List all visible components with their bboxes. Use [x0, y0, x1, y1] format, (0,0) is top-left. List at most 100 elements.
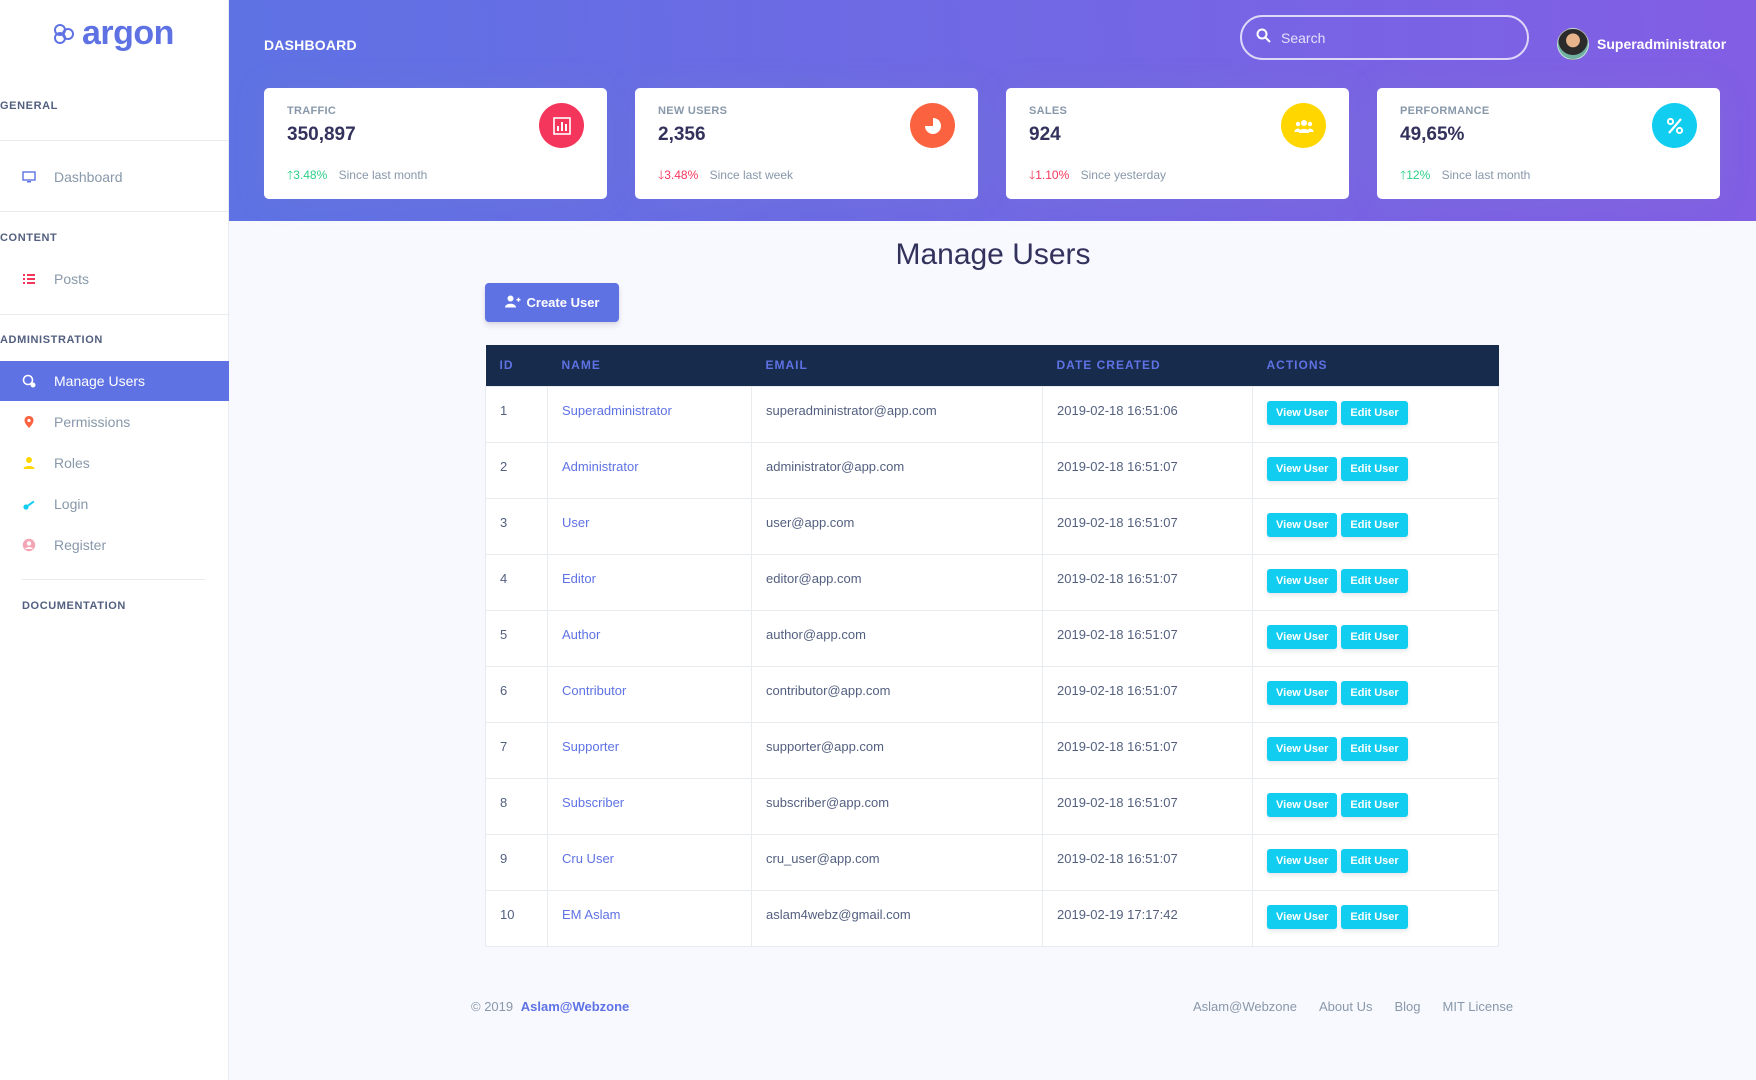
search-input[interactable] — [1281, 29, 1501, 46]
main-title: Manage Users — [895, 238, 1091, 271]
brand-logo[interactable]: argon — [52, 14, 174, 53]
cell-name-link[interactable]: Administrator — [547, 441, 752, 499]
bar-chart-icon — [539, 103, 584, 148]
page-title[interactable]: DASHBOARD — [264, 37, 357, 53]
view-user-button[interactable]: View User — [1267, 680, 1338, 705]
edit-user-button[interactable]: Edit User — [1341, 400, 1408, 425]
cell-name-link[interactable]: Editor — [547, 553, 752, 611]
edit-user-button[interactable]: Edit User — [1341, 456, 1408, 481]
header: DASHBOARD Superadministrator TRAFFIC 350… — [229, 0, 1756, 221]
card-since: Since yesterday — [1080, 168, 1167, 182]
sidebar-item-login[interactable]: Login — [0, 484, 229, 524]
view-user-button[interactable]: View User — [1267, 456, 1338, 481]
cell-actions: View User Edit User — [1252, 721, 1499, 779]
section-general: GENERAL — [0, 100, 58, 112]
edit-user-button[interactable]: Edit User — [1341, 792, 1408, 817]
cell-actions: View User Edit User — [1252, 777, 1499, 835]
cell-email: aslam4webz@gmail.com — [751, 889, 1043, 947]
cell-actions: View User Edit User — [1252, 497, 1499, 555]
sidebar-item-label: Login — [54, 496, 89, 512]
edit-user-button[interactable]: Edit User — [1341, 680, 1408, 705]
cell-email: user@app.com — [751, 497, 1043, 555]
sidebar-item-posts[interactable]: Posts — [0, 259, 229, 299]
view-user-button[interactable]: View User — [1267, 400, 1338, 425]
column-header-date-created[interactable]: DATE CREATED — [1043, 345, 1253, 386]
view-user-button[interactable]: View User — [1267, 568, 1338, 593]
table-row: 1 Superadministrator superadministrator@ap… — [485, 385, 1499, 443]
stat-card-sales: SALES 924 🡓1.10% Since yesterday — [1006, 88, 1349, 199]
cell-email: subscriber@app.com — [751, 777, 1043, 835]
divider — [0, 140, 229, 141]
sidebar-item-permissions[interactable]: Permissions — [0, 402, 229, 442]
cell-date-created: 2019-02-18 16:51:07 — [1042, 441, 1253, 499]
cell-id: 9 — [485, 833, 548, 891]
footer-copyright: © 2019 Aslam@Webzone — [471, 999, 629, 1014]
cell-name-link[interactable]: Superadministrator — [547, 385, 752, 443]
sidebar-item-roles[interactable]: Roles — [0, 443, 229, 483]
sidebar-item-dashboard[interactable]: Dashboard — [0, 157, 229, 197]
footer-links: Aslam@Webzone About Us Blog MIT License — [1193, 999, 1513, 1014]
card-value: 49,65% — [1400, 124, 1465, 145]
cell-name-link[interactable]: Author — [547, 609, 752, 667]
cell-id: 10 — [485, 889, 548, 947]
sidebar-item-register[interactable]: Register — [0, 525, 229, 565]
add-user-icon — [504, 295, 521, 311]
cell-id: 6 — [485, 665, 548, 723]
change-down: 🡓1.10% — [1029, 168, 1070, 182]
sidebar-item-manage-users[interactable]: Manage Users — [0, 361, 229, 401]
cell-name-link[interactable]: Supporter — [547, 721, 752, 779]
cell-id: 5 — [485, 609, 548, 667]
card-title: PERFORMANCE — [1400, 105, 1490, 117]
column-header-name[interactable]: NAME — [548, 345, 752, 386]
change-down: 🡓3.48% — [658, 168, 699, 182]
card-title: SALES — [1029, 105, 1068, 117]
cell-email: administrator@app.com — [751, 441, 1043, 499]
copyright-text: © 2019 — [471, 999, 514, 1014]
edit-user-button[interactable]: Edit User — [1341, 624, 1408, 649]
table-header-row: ID NAME EMAIL DATE CREATED ACTIONS — [485, 345, 1499, 386]
column-header-email[interactable]: EMAIL — [752, 345, 1043, 386]
view-user-button[interactable]: View User — [1267, 512, 1338, 537]
column-header-id[interactable]: ID — [486, 345, 548, 386]
view-user-button[interactable]: View User — [1267, 904, 1338, 929]
cell-date-created: 2019-02-18 16:51:07 — [1042, 609, 1253, 667]
list-icon — [22, 272, 36, 286]
footer-link-webzone[interactable]: Aslam@Webzone — [1193, 999, 1297, 1014]
view-user-button[interactable]: View User — [1267, 624, 1338, 649]
edit-user-button[interactable]: Edit User — [1341, 568, 1408, 593]
cell-name-link[interactable]: Cru User — [547, 833, 752, 891]
footer-link-license[interactable]: MIT License — [1443, 999, 1514, 1014]
card-since: Since last month — [338, 168, 428, 182]
pin-icon — [22, 415, 36, 429]
cell-name-link[interactable]: User — [547, 497, 752, 555]
change-up: 🡑3.48% — [287, 168, 328, 182]
sidebar-item-label: Roles — [54, 455, 90, 471]
cell-date-created: 2019-02-18 16:51:07 — [1042, 497, 1253, 555]
edit-user-button[interactable]: Edit User — [1341, 904, 1408, 929]
cell-name-link[interactable]: EM Aslam — [547, 889, 752, 947]
user-circle-icon — [22, 538, 36, 552]
edit-user-button[interactable]: Edit User — [1341, 736, 1408, 761]
user-menu[interactable]: Superadministrator — [1557, 28, 1726, 60]
edit-user-button[interactable]: Edit User — [1341, 512, 1408, 537]
cell-date-created: 2019-02-18 16:51:07 — [1042, 553, 1253, 611]
create-user-button[interactable]: Create User — [485, 283, 619, 322]
cell-name-link[interactable]: Contributor — [547, 665, 752, 723]
search-box[interactable] — [1240, 15, 1529, 60]
view-user-button[interactable]: View User — [1267, 736, 1338, 761]
view-user-button[interactable]: View User — [1267, 792, 1338, 817]
user-name: Superadministrator — [1597, 36, 1727, 52]
table-row: 7 Supporter supporter@app.com 2019-02-18 16… — [485, 721, 1499, 779]
footer-link-about[interactable]: About Us — [1319, 999, 1372, 1014]
cell-actions: View User Edit User — [1252, 553, 1499, 611]
edit-user-button[interactable]: Edit User — [1341, 848, 1408, 873]
footer-brand-link[interactable]: Aslam@Webzone — [521, 999, 630, 1014]
users-table: ID NAME EMAIL DATE CREATED ACTIONS 1 Supe… — [485, 345, 1499, 947]
cell-name-link[interactable]: Subscriber — [547, 777, 752, 835]
cell-email: editor@app.com — [751, 553, 1043, 611]
section-documentation[interactable]: DOCUMENTATION — [22, 600, 126, 612]
view-user-button[interactable]: View User — [1267, 848, 1338, 873]
users-icon — [1281, 103, 1326, 148]
cell-email: contributor@app.com — [751, 665, 1043, 723]
footer-link-blog[interactable]: Blog — [1394, 999, 1420, 1014]
